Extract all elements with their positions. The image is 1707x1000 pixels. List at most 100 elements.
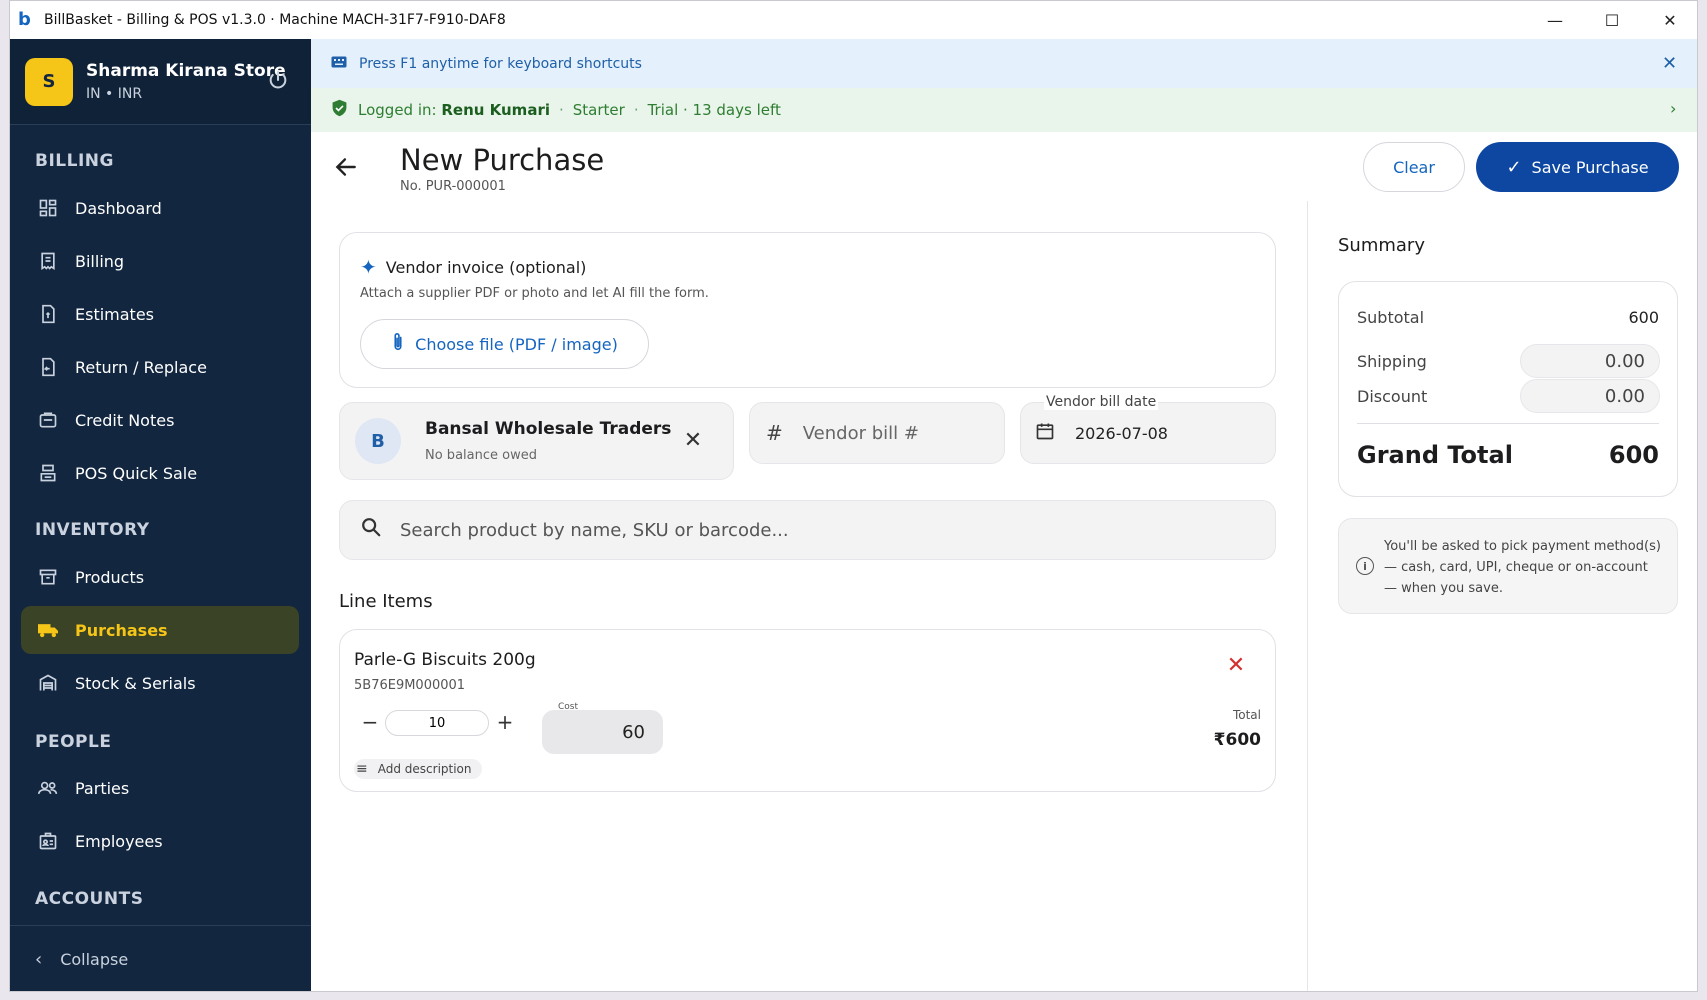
vendor-bill-date-label: Vendor bill date xyxy=(1044,394,1159,410)
summary-card: Subtotal 600 Shipping Discount Grand Tot… xyxy=(1338,281,1678,497)
line-item-total: ₹600 xyxy=(1213,730,1261,750)
window-title: BillBasket - Billing & POS v1.3.0 · Mach… xyxy=(44,12,506,28)
clear-button[interactable]: Clear xyxy=(1363,142,1465,192)
sidebar-item-label: Purchases xyxy=(75,620,168,640)
vendor-chip[interactable]: B Bansal Wholesale Traders No balance ow… xyxy=(339,402,734,480)
shield-check-icon xyxy=(331,99,348,121)
sidebar-item-purchases[interactable]: Purchases xyxy=(21,606,299,654)
vendor-bill-number-input[interactable] xyxy=(802,422,983,444)
sidebar-item-label: Employees xyxy=(75,831,163,851)
search-icon xyxy=(360,516,382,544)
minimize-button[interactable]: — xyxy=(1526,1,1584,39)
column-divider xyxy=(1307,201,1308,991)
shipping-input[interactable] xyxy=(1520,344,1660,378)
summary-divider xyxy=(1357,423,1659,424)
vendor-bill-date-field[interactable]: 2026-07-08 xyxy=(1020,402,1276,464)
subtotal-label: Subtotal xyxy=(1357,308,1425,327)
sidebar-item-parties[interactable]: Parties xyxy=(21,764,299,812)
page-title: New Purchase xyxy=(400,143,605,177)
sidebar-item-label: Products xyxy=(75,567,145,587)
sidebar-item-stock-serials[interactable]: Stock & Serials xyxy=(21,659,299,707)
sidebar-item-billing[interactable]: Billing xyxy=(21,237,299,285)
sidebar-item-products[interactable]: Products xyxy=(21,553,299,601)
quantity-input[interactable] xyxy=(385,710,489,736)
login-user: Renu Kumari xyxy=(441,101,550,119)
sidebar-item-credit-notes[interactable]: Credit Notes xyxy=(21,396,299,444)
product-search-field[interactable] xyxy=(339,500,1276,560)
sidebar-item-label: Dashboard xyxy=(75,198,162,218)
payment-info-note: i You'll be asked to pick payment method… xyxy=(1338,518,1678,614)
vendor-invoice-title: Vendor invoice (optional) xyxy=(385,257,587,277)
back-button[interactable] xyxy=(333,154,361,182)
sidebar-item-estimates[interactable]: Estimates xyxy=(21,290,299,338)
vendor-invoice-title-row: ✦ Vendor invoice (optional) xyxy=(360,255,586,279)
nav-section-people: PEOPLE xyxy=(35,732,112,752)
truck-icon xyxy=(36,618,60,642)
power-icon[interactable] xyxy=(267,69,291,93)
dashboard-icon xyxy=(36,196,60,220)
store-info: Sharma Kirana Store IN • INR xyxy=(86,61,286,102)
info-icon: i xyxy=(1356,557,1374,575)
people-icon xyxy=(36,776,60,800)
save-purchase-button[interactable]: ✓ Save Purchase xyxy=(1476,142,1679,192)
close-banner-icon[interactable]: ✕ xyxy=(1662,53,1677,74)
vendor-invoice-description: Attach a supplier PDF or photo and let A… xyxy=(360,286,709,301)
remove-vendor-icon[interactable]: ✕ xyxy=(680,427,706,453)
cost-input[interactable] xyxy=(542,710,663,754)
hash-icon: # xyxy=(766,421,783,445)
remove-line-item-icon[interactable]: ✕ xyxy=(1223,652,1249,678)
check-icon: ✓ xyxy=(1506,156,1522,178)
chevron-left-icon: ‹ xyxy=(35,949,43,970)
vendor-name: Bansal Wholesale Traders xyxy=(425,419,672,439)
notes-icon: ≡ xyxy=(356,761,368,777)
sidebar-item-return-replace[interactable]: Return / Replace xyxy=(21,343,299,391)
collapse-label: Collapse xyxy=(60,950,129,969)
choose-file-label: Choose file (PDF / image) xyxy=(415,334,618,354)
estimate-icon xyxy=(36,302,60,326)
keyboard-banner-text: Press F1 anytime for keyboard shortcuts xyxy=(359,55,642,72)
paperclip-icon xyxy=(391,332,405,357)
add-description-button[interactable]: ≡ Add description xyxy=(354,759,482,779)
quantity-decrement-button[interactable]: − xyxy=(360,710,380,734)
quantity-increment-button[interactable]: + xyxy=(495,710,515,734)
badge-icon xyxy=(36,829,60,853)
sidebar-item-label: POS Quick Sale xyxy=(75,463,198,483)
product-search-input[interactable] xyxy=(400,519,1220,541)
close-window-button[interactable]: ✕ xyxy=(1641,1,1697,39)
chevron-right-icon[interactable]: › xyxy=(1670,99,1676,118)
sidebar-item-label: Estimates xyxy=(75,304,155,324)
grand-total-value: 600 xyxy=(1608,441,1659,469)
sidebar-item-label: Billing xyxy=(75,251,125,271)
pos-icon xyxy=(36,461,60,485)
line-items-title: Line Items xyxy=(339,591,433,612)
nav-section-inventory: INVENTORY xyxy=(35,520,150,540)
return-icon xyxy=(36,355,60,379)
trial-status: Trial · 13 days left xyxy=(647,101,781,119)
archive-icon xyxy=(36,565,60,589)
nav-section-accounts: ACCOUNTS xyxy=(35,889,144,909)
vendor-avatar: B xyxy=(355,418,401,464)
line-item-total-label: Total xyxy=(1232,708,1261,722)
maximize-button[interactable]: ☐ xyxy=(1583,1,1641,39)
collapse-button[interactable]: ‹ Collapse xyxy=(10,925,311,991)
line-item-sku: 5B76E9M000001 xyxy=(354,678,466,693)
store-name: Sharma Kirana Store xyxy=(86,61,286,81)
line-item-card: Parle-G Biscuits 200g 5B76E9M000001 ✕ − … xyxy=(339,629,1276,792)
vendor-bill-number-field[interactable]: # xyxy=(749,402,1005,464)
sidebar-item-pos-quick-sale[interactable]: POS Quick Sale xyxy=(21,449,299,497)
login-status-banner[interactable]: Logged in: Renu Kumari · Starter · Trial… xyxy=(311,88,1697,132)
choose-file-button[interactable]: Choose file (PDF / image) xyxy=(360,319,649,369)
cost-label: Cost xyxy=(558,702,579,712)
calendar-icon xyxy=(1035,421,1055,446)
sidebar-item-label: Parties xyxy=(75,778,130,798)
sparkle-icon: ✦ xyxy=(360,255,377,279)
plan-name: Starter xyxy=(572,101,625,119)
sidebar-item-employees[interactable]: Employees xyxy=(21,817,299,865)
sidebar-item-dashboard[interactable]: Dashboard xyxy=(21,184,299,232)
summary-title: Summary xyxy=(1338,235,1425,256)
discount-input[interactable] xyxy=(1520,379,1660,413)
credit-note-icon xyxy=(36,408,60,432)
vendor-balance: No balance owed xyxy=(425,448,537,463)
discount-label: Discount xyxy=(1357,387,1428,406)
arrow-left-icon xyxy=(335,158,356,176)
